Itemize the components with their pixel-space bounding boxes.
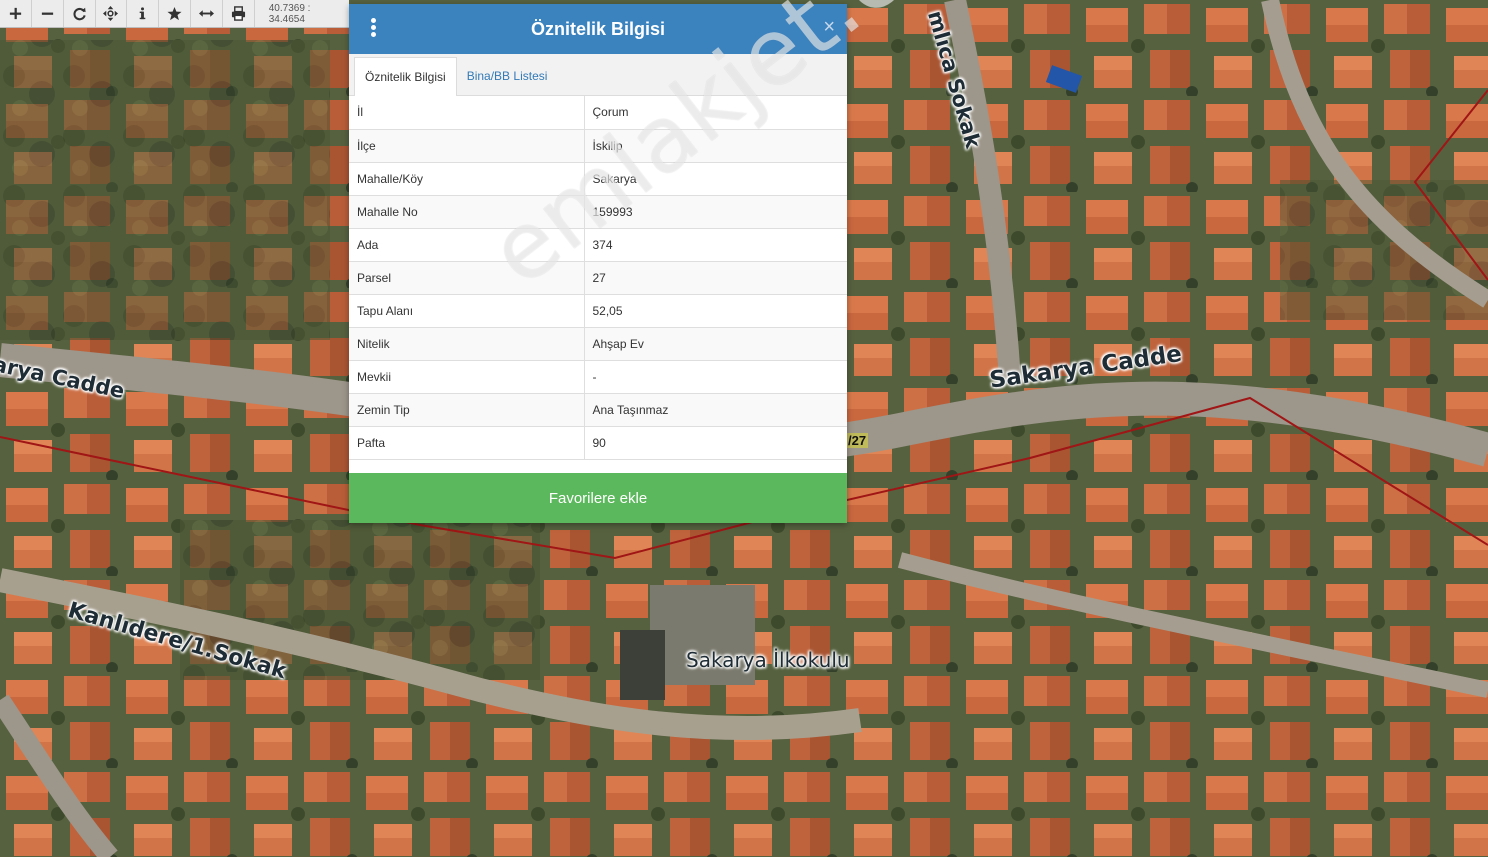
modal-header: Öznitelik Bilgisi ×	[349, 4, 847, 54]
print-icon	[231, 6, 245, 21]
attribute-value: 159993	[584, 195, 847, 229]
attribute-key: Mahalle No	[349, 195, 585, 229]
attribute-value: 374	[584, 228, 847, 262]
tab-attribute-info[interactable]: Öznitelik Bilgisi	[354, 57, 457, 96]
table-row: Mevkii -	[349, 360, 847, 394]
favorite-star-icon	[167, 6, 182, 21]
measure-button[interactable]	[191, 0, 223, 27]
attribute-value: 52,05	[584, 294, 847, 328]
attribute-key: Zemin Tip	[349, 393, 585, 427]
print-button[interactable]	[223, 0, 255, 27]
pan-icon	[103, 6, 119, 21]
close-icon[interactable]: ×	[823, 17, 835, 37]
attribute-key: Tapu Alanı	[349, 294, 585, 328]
attribute-key: Parsel	[349, 261, 585, 295]
zoom-out-icon	[41, 12, 53, 15]
refresh-button[interactable]	[64, 0, 96, 27]
attribute-value: 27	[584, 261, 847, 295]
attribute-key: İlçe	[349, 129, 585, 163]
info-icon	[139, 7, 146, 20]
table-row: İl Çorum	[349, 96, 847, 130]
attribute-key: Mahalle/Köy	[349, 162, 585, 196]
table-row: İlçe İskilip	[349, 129, 847, 163]
modal-tabs: Öznitelik Bilgisi Bina/BB Listesi	[349, 54, 847, 96]
modal-title: Öznitelik Bilgisi	[530, 18, 666, 39]
tab-building-list[interactable]: Bina/BB Listesi	[457, 57, 558, 95]
attribute-key: Ada	[349, 228, 585, 262]
table-row: Nitelik Ahşap Ev	[349, 327, 847, 361]
pan-button[interactable]	[96, 0, 128, 27]
table-row: Tapu Alanı 52,05	[349, 294, 847, 328]
zoom-out-button[interactable]	[32, 0, 64, 27]
school-label: Sakarya İlkokulu	[686, 648, 850, 672]
table-row: Zemin Tip Ana Taşınmaz	[349, 393, 847, 427]
refresh-icon	[73, 7, 86, 21]
kebab-menu-icon[interactable]	[369, 18, 377, 40]
table-row: Ada 374	[349, 228, 847, 262]
coordinate-readout: 40.7369 : 34.4654	[268, 2, 311, 25]
attribute-value: İskilip	[584, 129, 847, 163]
table-row: Mahalle/Köy Sakarya	[349, 162, 847, 196]
measure-icon	[198, 10, 214, 17]
attribute-key: İl	[349, 96, 585, 130]
attribute-value: Sakarya	[584, 162, 847, 196]
add-to-favorites-button[interactable]: Favorilere ekle	[349, 473, 847, 523]
table-row: Mahalle No 159993	[349, 195, 847, 229]
info-button[interactable]	[127, 0, 160, 27]
table-row: Pafta 90	[349, 426, 847, 460]
attribute-table: İl Çorum İlçe İskilip Mahalle/Köy Sakarya M…	[349, 96, 847, 460]
zoom-in-button[interactable]	[0, 0, 32, 27]
attribute-value: Çorum	[584, 96, 847, 130]
attribute-info-modal: Öznitelik Bilgisi × Öznitelik Bilgisi Bi…	[349, 4, 847, 523]
attribute-value: 90	[584, 426, 847, 460]
attribute-value: Ana Taşınmaz	[584, 393, 847, 427]
table-row: Parsel 27	[349, 261, 847, 295]
attribute-value: Ahşap Ev	[584, 327, 847, 361]
attribute-key: Nitelik	[349, 327, 585, 361]
attribute-value: -	[584, 360, 847, 394]
attribute-key: Mevkii	[349, 360, 585, 394]
map-toolbar: 40.7369 : 34.4654	[0, 0, 349, 28]
attribute-key: Pafta	[349, 426, 585, 460]
parcel-tag[interactable]: /27	[846, 433, 869, 448]
favorite-button[interactable]	[159, 0, 192, 27]
zoom-in-icon	[9, 7, 22, 20]
